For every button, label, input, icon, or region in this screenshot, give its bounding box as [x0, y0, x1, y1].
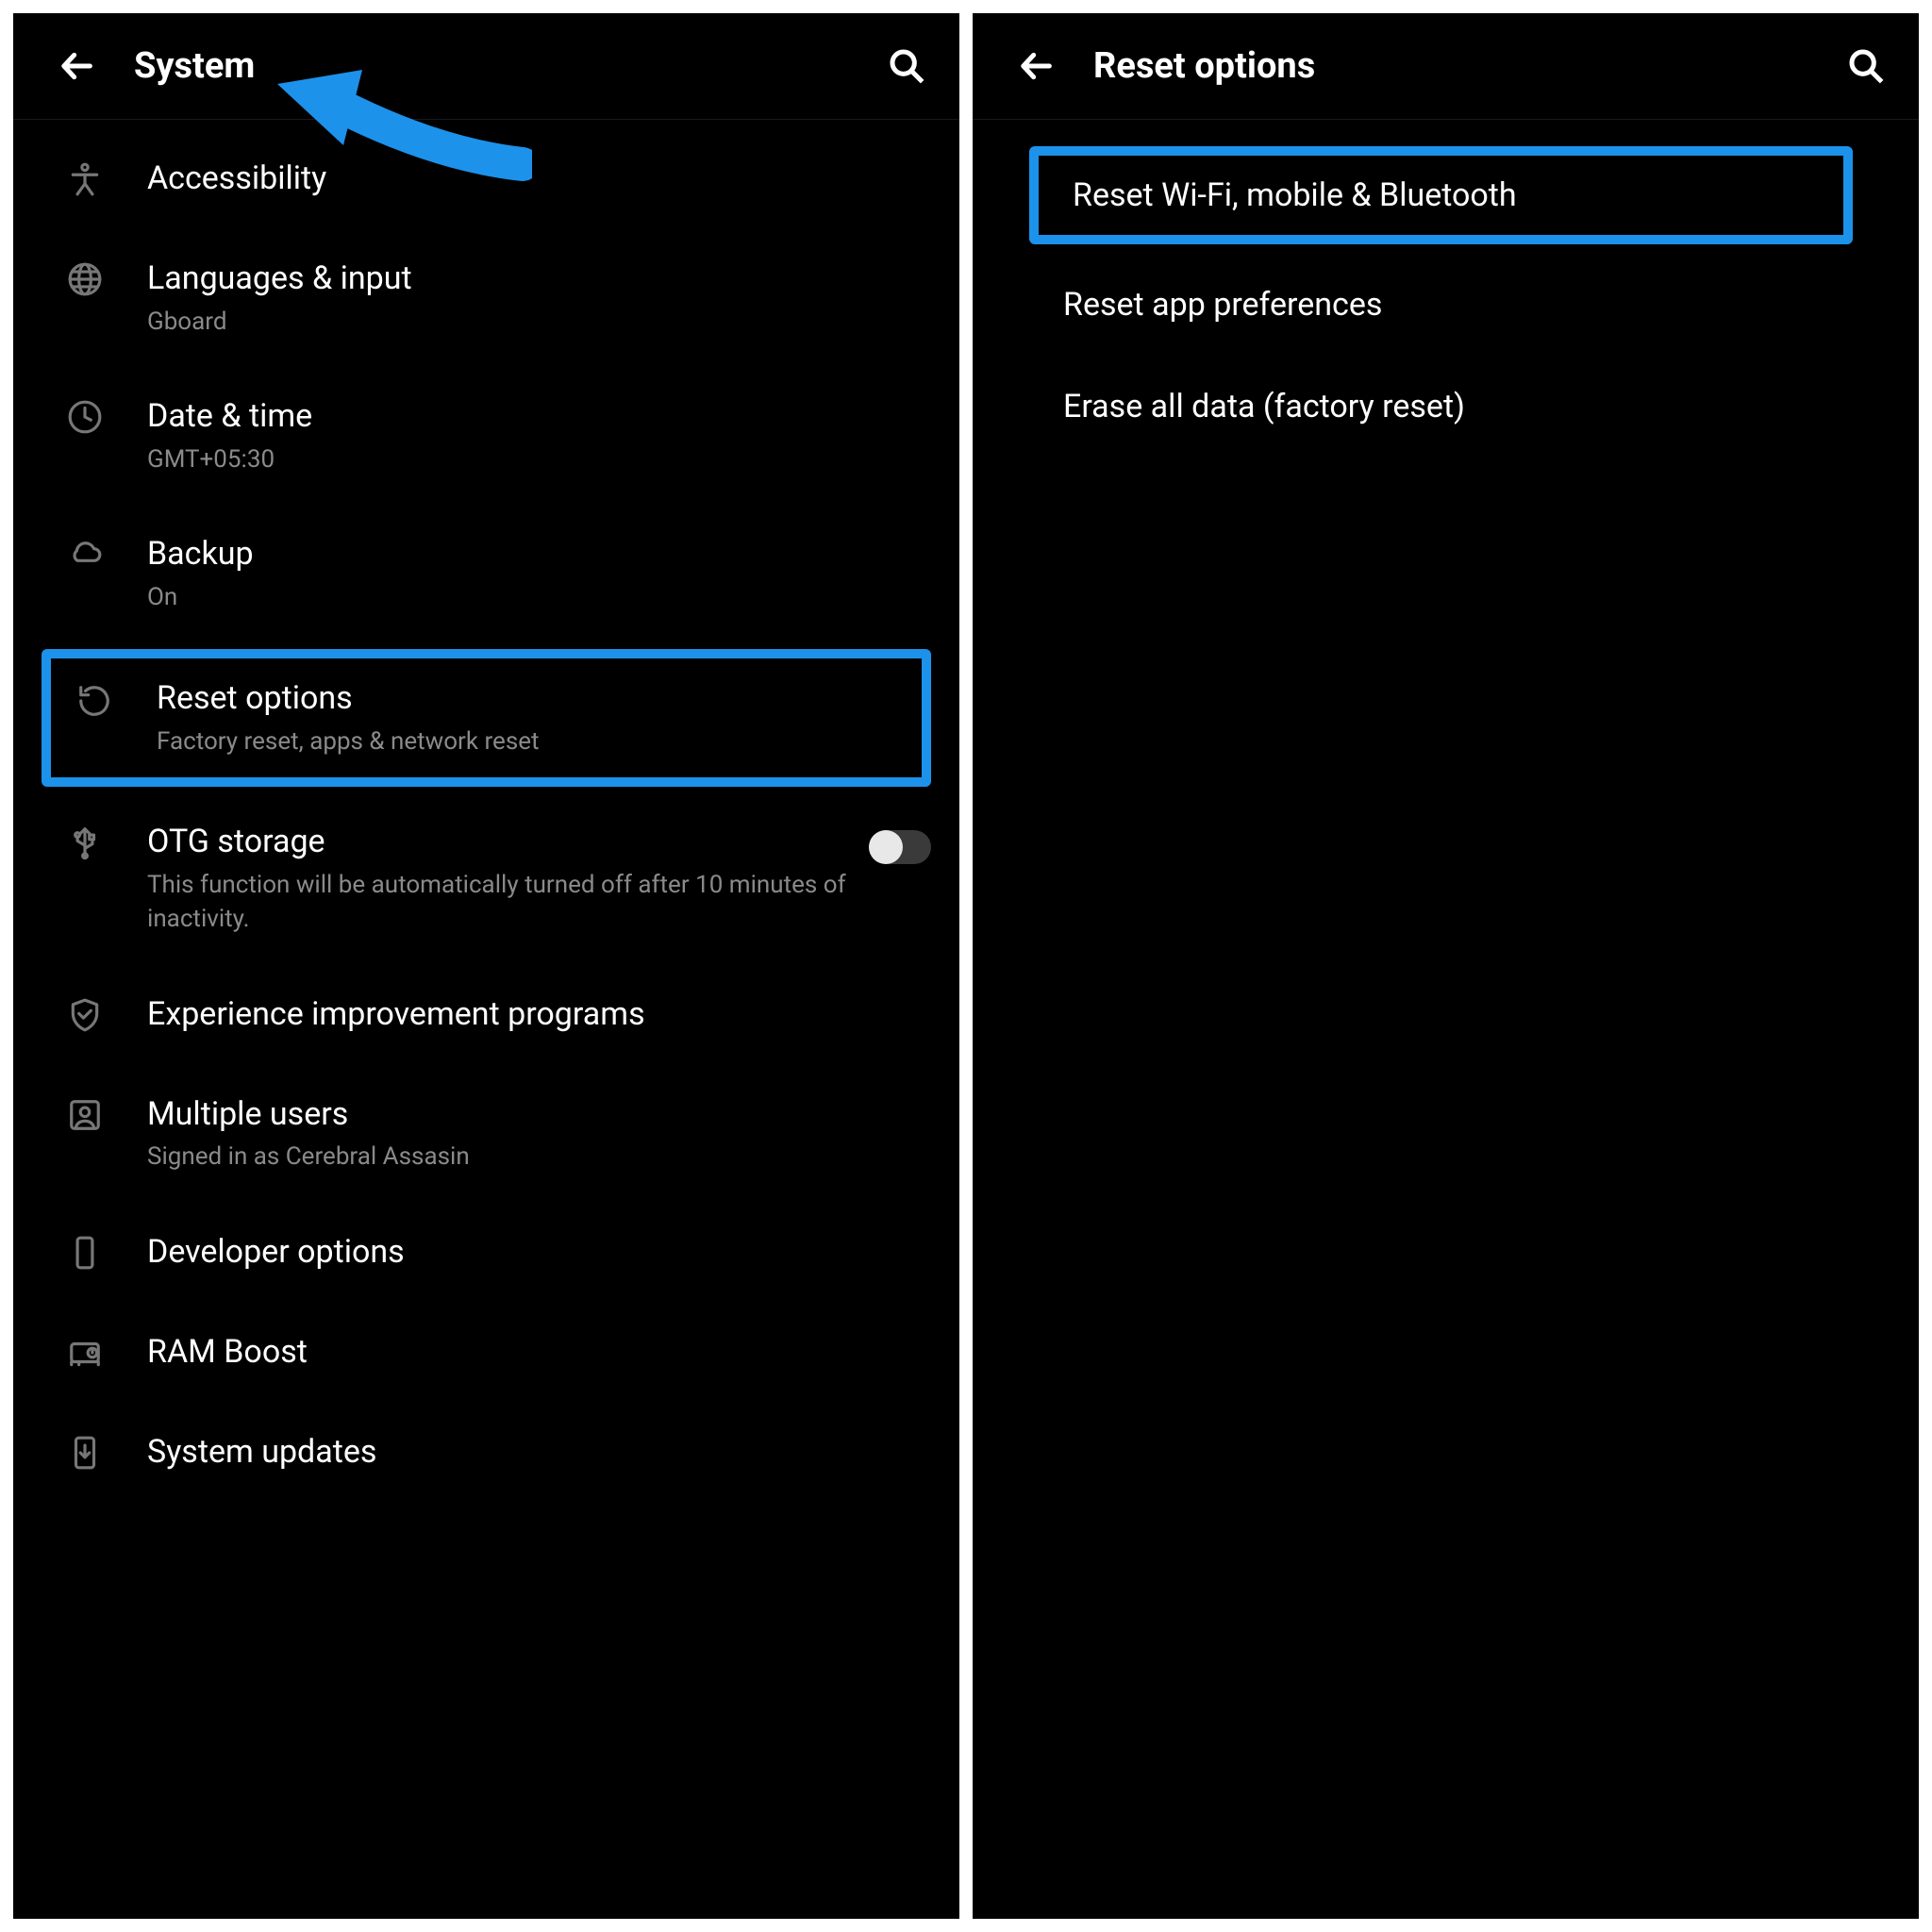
item-accessibility[interactable]: Accessibility — [13, 129, 959, 229]
otg-toggle[interactable] — [869, 830, 931, 864]
toggle-knob — [869, 830, 903, 864]
settings-list: Accessibility Languages & input Gboard D… — [13, 120, 959, 1919]
usb-icon — [58, 821, 111, 860]
clock-icon — [58, 395, 111, 435]
header-bar: System — [13, 13, 959, 120]
accessibility-icon — [58, 158, 111, 197]
globe-icon — [58, 258, 111, 297]
reset-icon — [68, 677, 121, 719]
item-title: Developer options — [147, 1231, 931, 1274]
search-icon[interactable] — [1847, 47, 1885, 85]
item-subtitle: Gboard — [147, 305, 931, 339]
item-subtitle: Signed in as Cerebral Assasin — [147, 1140, 931, 1174]
item-multiple-users[interactable]: Multiple users Signed in as Cerebral Ass… — [13, 1065, 959, 1203]
item-otg-storage[interactable]: OTG storage This function will be automa… — [13, 792, 959, 965]
item-ram-boost[interactable]: RAM Boost — [13, 1303, 959, 1403]
item-languages-input[interactable]: Languages & input Gboard — [13, 229, 959, 367]
item-date-time[interactable]: Date & time GMT+05:30 — [13, 367, 959, 505]
item-title: System updates — [147, 1431, 931, 1474]
back-icon[interactable] — [1018, 47, 1056, 85]
item-reset-wifi-mobile-bluetooth[interactable]: Reset Wi-Fi, mobile & Bluetooth — [1073, 176, 1824, 214]
item-subtitle: On — [147, 580, 931, 614]
cloud-icon — [58, 533, 111, 573]
item-title: OTG storage — [147, 821, 850, 864]
back-icon[interactable] — [58, 47, 96, 85]
ram-boost-icon — [58, 1331, 111, 1371]
reset-list: Reset Wi-Fi, mobile & Bluetooth Reset ap… — [973, 120, 1919, 1919]
item-title: Backup — [147, 533, 931, 576]
item-title: Multiple users — [147, 1093, 931, 1137]
header-bar: Reset options — [973, 13, 1919, 120]
item-subtitle: GMT+05:30 — [147, 442, 931, 476]
system-settings-panel: System Accessibility Languages & input G… — [13, 13, 959, 1919]
highlight-reset-options: Reset options Factory reset, apps & netw… — [42, 649, 931, 787]
item-erase-all-data[interactable]: Erase all data (factory reset) — [973, 356, 1919, 458]
item-title: Languages & input — [147, 258, 931, 301]
item-subtitle: Factory reset, apps & network reset — [157, 724, 922, 758]
item-backup[interactable]: Backup On — [13, 505, 959, 642]
phone-icon — [58, 1231, 111, 1271]
highlight-reset-wifi: Reset Wi-Fi, mobile & Bluetooth — [1029, 146, 1853, 244]
item-title: Accessibility — [147, 158, 931, 201]
item-reset-options[interactable]: Reset options Factory reset, apps & netw… — [68, 677, 922, 758]
search-icon[interactable] — [888, 47, 925, 85]
user-icon — [58, 1093, 111, 1133]
reset-options-panel: Reset options Reset Wi-Fi, mobile & Blue… — [973, 13, 1919, 1919]
item-title: Date & time — [147, 395, 931, 439]
page-title: Reset options — [1093, 45, 1847, 87]
shield-check-icon — [58, 993, 111, 1033]
item-reset-app-preferences[interactable]: Reset app preferences — [973, 254, 1919, 356]
item-title: Reset options — [157, 677, 922, 721]
item-system-updates[interactable]: System updates — [13, 1403, 959, 1503]
page-title: System — [134, 45, 888, 87]
update-icon — [58, 1431, 111, 1471]
item-developer-options[interactable]: Developer options — [13, 1203, 959, 1303]
item-title: Experience improvement programs — [147, 993, 931, 1037]
item-subtitle: This function will be automatically turn… — [147, 868, 850, 937]
item-title: RAM Boost — [147, 1331, 931, 1374]
item-experience-programs[interactable]: Experience improvement programs — [13, 965, 959, 1065]
